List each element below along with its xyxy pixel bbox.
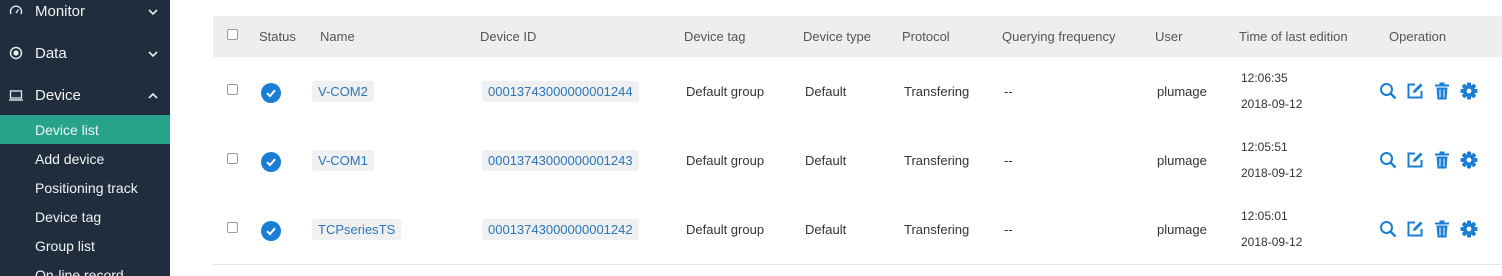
- sidebar-item-label: On-line record: [35, 266, 124, 276]
- trash-icon[interactable]: [1433, 81, 1451, 101]
- sidebar-item-label: Device list: [35, 121, 99, 138]
- sidebar-item-device-tag[interactable]: Device tag: [0, 202, 170, 231]
- sidebar-item-label: Device tag: [35, 208, 102, 225]
- sidebar-group-label: Monitor: [35, 2, 86, 20]
- protocol-cell: Transfering: [904, 153, 970, 168]
- protocol-cell: Transfering: [904, 84, 970, 99]
- header-querying-frequency: Querying frequency: [1002, 29, 1116, 44]
- sidebar-group-data[interactable]: Data: [0, 32, 170, 74]
- device-id-link[interactable]: 00013743000000001243: [482, 150, 639, 171]
- gear-icon[interactable]: [1460, 150, 1478, 170]
- row-checkbox[interactable]: [227, 84, 238, 95]
- header-name: Name: [320, 29, 355, 44]
- device-type-cell: Default: [805, 84, 847, 99]
- edit-icon[interactable]: [1406, 81, 1424, 101]
- user-cell: plumage: [1157, 222, 1207, 237]
- operation-buttons: [1379, 150, 1487, 170]
- sidebar-group-label: Device: [35, 86, 81, 104]
- user-cell: plumage: [1157, 153, 1207, 168]
- edit-icon[interactable]: [1406, 219, 1424, 239]
- device-tag-cell: Default group: [686, 153, 765, 168]
- edit-date: 2018-09-12: [1241, 97, 1303, 111]
- edit-time: 12:06:35: [1241, 71, 1288, 85]
- user-cell: plumage: [1157, 84, 1207, 99]
- header-device-tag: Device tag: [684, 29, 746, 44]
- edit-icon[interactable]: [1406, 150, 1424, 170]
- sidebar-item-group-list[interactable]: Group list: [0, 231, 170, 260]
- header-operation: Operation: [1389, 29, 1447, 44]
- chevron-down-icon: [147, 47, 159, 59]
- sidebar-item-positioning-track[interactable]: Positioning track: [0, 173, 170, 202]
- device-id-link[interactable]: 00013743000000001242: [482, 219, 639, 240]
- row-checkbox[interactable]: [227, 222, 238, 233]
- search-icon[interactable]: [1379, 81, 1397, 101]
- edit-date: 2018-09-12: [1241, 166, 1303, 180]
- protocol-cell: Transfering: [904, 222, 970, 237]
- row-checkbox[interactable]: [227, 153, 238, 164]
- sidebar-item-online-record[interactable]: On-line record: [0, 260, 170, 276]
- sidebar-item-device-list[interactable]: Device list: [0, 115, 170, 144]
- content-gutter: [170, 0, 186, 276]
- search-icon[interactable]: [1379, 150, 1397, 170]
- sidebar-group-monitor[interactable]: Monitor: [0, 0, 170, 32]
- device-table: Status Name Device ID Device tag Device …: [213, 16, 1502, 276]
- device-type-cell: Default: [805, 153, 847, 168]
- edit-time: 12:05:01: [1241, 209, 1288, 223]
- chevron-up-icon: [147, 89, 159, 101]
- header-device-type: Device type: [803, 29, 871, 44]
- laptop-icon: [9, 88, 23, 102]
- table-row: V-COM2 00013743000000001244 Default grou…: [213, 57, 1502, 127]
- edit-date: 2018-09-12: [1241, 235, 1303, 249]
- device-name-link[interactable]: TCPseriesTS: [312, 219, 402, 240]
- table-row: TCPseriesTS 00013743000000001242 Default…: [213, 195, 1502, 265]
- gear-icon[interactable]: [1460, 81, 1478, 101]
- operation-buttons: [1379, 81, 1487, 101]
- device-tag-cell: Default group: [686, 222, 765, 237]
- sidebar: Monitor Data Device Device list Add devi…: [0, 0, 170, 276]
- search-icon[interactable]: [1379, 219, 1397, 239]
- header-status: Status: [259, 29, 296, 44]
- operation-buttons: [1379, 219, 1487, 239]
- status-online-icon: [261, 152, 281, 172]
- edit-time: 12:05:51: [1241, 140, 1288, 154]
- status-online-icon: [261, 221, 281, 241]
- device-tag-cell: Default group: [686, 84, 765, 99]
- table-row: V-COM1 00013743000000001243 Default grou…: [213, 126, 1502, 196]
- trash-icon[interactable]: [1433, 150, 1451, 170]
- status-online-icon: [261, 83, 281, 103]
- querying-frequency-cell: --: [1004, 84, 1013, 99]
- sidebar-item-label: Group list: [35, 237, 95, 254]
- gauge-icon: [9, 4, 23, 18]
- querying-frequency-cell: --: [1004, 222, 1013, 237]
- sidebar-group-device[interactable]: Device: [0, 74, 170, 116]
- header-time-of-last-edition: Time of last edition: [1239, 29, 1348, 44]
- table-header: Status Name Device ID Device tag Device …: [213, 16, 1502, 58]
- querying-frequency-cell: --: [1004, 153, 1013, 168]
- sidebar-item-label: Positioning track: [35, 179, 138, 196]
- sidebar-item-add-device[interactable]: Add device: [0, 144, 170, 173]
- header-device-id: Device ID: [480, 29, 537, 44]
- device-id-link[interactable]: 00013743000000001244: [482, 81, 639, 102]
- header-protocol: Protocol: [902, 29, 950, 44]
- device-name-link[interactable]: V-COM2: [312, 81, 374, 102]
- trash-icon[interactable]: [1433, 219, 1451, 239]
- sidebar-group-label: Data: [35, 44, 67, 62]
- chevron-down-icon: [147, 5, 159, 17]
- radio-dot-icon: [9, 46, 23, 60]
- device-type-cell: Default: [805, 222, 847, 237]
- header-user: User: [1155, 29, 1183, 44]
- gear-icon[interactable]: [1460, 219, 1478, 239]
- select-all-checkbox[interactable]: [227, 29, 238, 40]
- device-name-link[interactable]: V-COM1: [312, 150, 374, 171]
- sidebar-item-label: Add device: [35, 150, 105, 167]
